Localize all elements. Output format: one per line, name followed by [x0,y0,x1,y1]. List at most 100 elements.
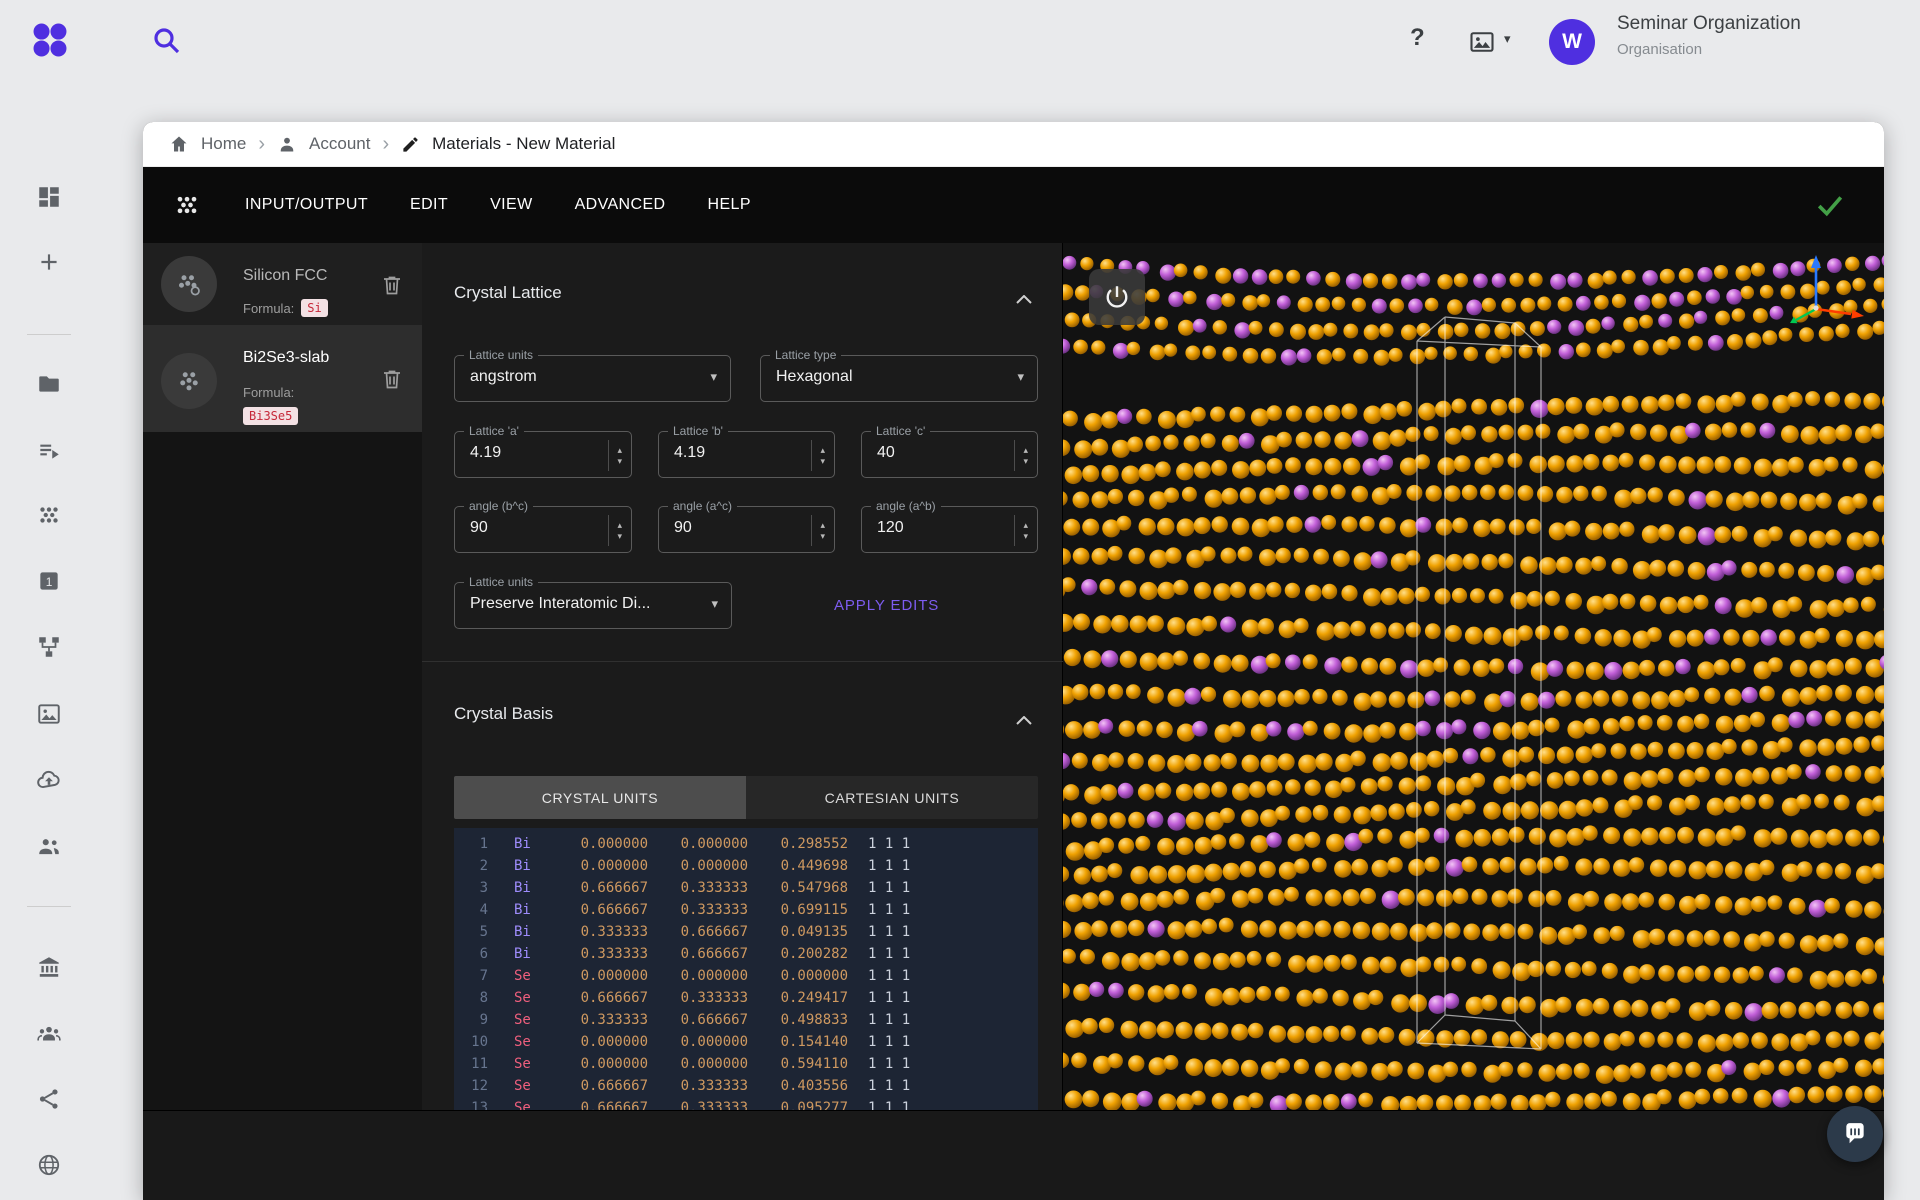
field-label: angle (a^c) [668,499,737,513]
lattice-a-input[interactable]: Lattice 'a' 4.19 ▴▾ [454,431,632,478]
field-value: 120 [877,519,904,537]
field-value: 40 [877,444,895,462]
spinner-icon[interactable]: ▴▾ [1014,440,1037,471]
menu-view[interactable]: VIEW [490,196,533,214]
people-icon[interactable] [36,833,62,859]
material-item-silicon-fcc[interactable]: Silicon FCC Formula: Si [143,243,422,325]
basis-row[interactable]: 6Bi0.3333330.6666670.2002821 1 1 [454,943,1038,965]
crystal-lattice-title: Crystal Lattice [454,283,562,303]
spinner-icon[interactable]: ▴▾ [811,515,834,546]
org-name[interactable]: Seminar Organization [1617,13,1801,35]
add-icon[interactable] [36,249,62,275]
unit-one-icon[interactable]: 1 [36,568,62,594]
designer-content: Silicon FCC Formula: Si [143,243,1884,1110]
angle-ab-input[interactable]: angle (a^b) 120 ▴▾ [861,506,1038,553]
delete-material-button[interactable] [380,273,404,297]
materials-designer-window: Home › Account › Materials - New Materia… [143,122,1884,1200]
field-label: Lattice 'c' [871,424,930,438]
dashboard-icon[interactable] [36,184,62,210]
help-icon[interactable]: ? [1410,24,1425,52]
breadcrumb-current: Materials - New Material [432,134,615,154]
material-item-bi2se3-slab[interactable]: Bi2Se3-slab Formula: Bi3Se5 [143,325,422,432]
menu-advanced[interactable]: ADVANCED [575,196,666,214]
basis-row[interactable]: 10Se0.0000000.0000000.1541401 1 1 [454,1031,1038,1053]
app-logo-icon[interactable] [30,20,70,60]
cloud-upload-icon[interactable] [36,767,62,793]
lattice-units-mode-select[interactable]: Lattice units Preserve Interatomic Di...… [454,582,732,629]
spinner-icon[interactable]: ▴▾ [608,515,631,546]
section-divider [422,661,1063,662]
field-label: Lattice 'b' [668,424,728,438]
angle-bc-input[interactable]: angle (b^c) 90 ▴▾ [454,506,632,553]
axes-gizmo[interactable] [1768,251,1872,338]
basis-row[interactable]: 4Bi0.6666670.3333330.6991151 1 1 [454,899,1038,921]
field-label: angle (b^c) [464,499,533,513]
menu-help[interactable]: HELP [708,196,751,214]
basis-row[interactable]: 3Bi0.6666670.3333330.5479681 1 1 [454,877,1038,899]
apply-edits-button[interactable]: APPLY EDITS [834,582,939,629]
tab-crystal-units[interactable]: CRYSTAL UNITS [454,776,746,819]
field-label: Lattice units [464,575,538,589]
caret-down-icon[interactable]: ▾ [1504,31,1511,47]
molecule-icon [173,191,201,219]
basis-row[interactable]: 8Se0.6666670.3333330.2494171 1 1 [454,987,1038,1009]
angle-ac-input[interactable]: angle (a^c) 90 ▴▾ [658,506,835,553]
basis-code-editor[interactable]: 1Bi0.0000000.0000000.2985521 1 12Bi0.000… [454,828,1038,1110]
field-value: angstrom [470,368,537,386]
formula-chip: Si [301,299,327,317]
home-icon[interactable] [169,134,189,154]
material-name: Silicon FCC [243,267,327,285]
basis-row[interactable]: 13Se0.6666670.3333330.0952771 1 1 [454,1097,1038,1110]
basis-row[interactable]: 1Bi0.0000000.0000000.2985521 1 1 [454,833,1038,855]
menu-edit[interactable]: EDIT [410,196,448,214]
support-chat-button[interactable] [1827,1106,1883,1162]
team-icon[interactable] [36,1021,62,1047]
images-icon[interactable] [36,701,62,727]
delete-material-button[interactable] [380,367,404,391]
jobs-list-icon[interactable] [36,437,62,463]
basis-code-lines: 1Bi0.0000000.0000000.2985521 1 12Bi0.000… [454,833,1038,1110]
lattice-units-select[interactable]: Lattice units angstrom ▾ [454,355,731,402]
organization-icon[interactable] [36,954,62,980]
lattice-b-input[interactable]: Lattice 'b' 4.19 ▴▾ [658,431,835,478]
chevron-right-icon: › [258,134,265,154]
crystal-edit-panel: Crystal Lattice Lattice units angstrom ▾… [422,243,1063,1110]
screenshot-menu-icon[interactable] [1468,28,1496,61]
sidebar-divider [27,906,71,907]
tab-cartesian-units[interactable]: CARTESIAN UNITS [746,776,1038,819]
basis-row[interactable]: 2Bi0.0000000.0000000.4496981 1 1 [454,855,1038,877]
globe-icon[interactable] [36,1152,62,1178]
viewer-power-button[interactable] [1089,269,1145,325]
lattice-type-select[interactable]: Lattice type Hexagonal ▾ [760,355,1038,402]
menu-input-output[interactable]: INPUT/OUTPUT [245,196,368,214]
basis-row[interactable]: 5Bi0.3333330.6666670.0491351 1 1 [454,921,1038,943]
spinner-icon[interactable]: ▴▾ [608,440,631,471]
person-icon[interactable] [277,134,297,154]
workflows-icon[interactable] [36,634,62,660]
user-avatar[interactable]: W [1549,19,1595,65]
spinner-icon[interactable]: ▴▾ [1014,515,1037,546]
materials-list-panel: Silicon FCC Formula: Si [143,243,422,1110]
basis-row[interactable]: 11Se0.0000000.0000000.5941101 1 1 [454,1053,1038,1075]
breadcrumb-home[interactable]: Home [201,134,246,154]
collapse-chevron-icon[interactable] [1016,712,1032,721]
share-icon[interactable] [36,1086,62,1112]
material-avatar [161,256,217,312]
atoms-canvas [1063,243,1884,1110]
field-value: 90 [674,519,692,537]
lattice-c-input[interactable]: Lattice 'c' 40 ▴▾ [861,431,1038,478]
spinner-icon[interactable]: ▴▾ [811,440,834,471]
field-label: Lattice 'a' [464,424,524,438]
breadcrumb-account[interactable]: Account [309,134,370,154]
folder-icon[interactable] [36,371,62,397]
material-avatar [161,353,217,409]
saved-check-icon[interactable] [1816,191,1844,219]
basis-row[interactable]: 7Se0.0000000.0000000.0000001 1 1 [454,965,1038,987]
basis-row[interactable]: 9Se0.3333330.6666670.4988331 1 1 [454,1009,1038,1031]
3d-structure-viewer[interactable] [1063,243,1884,1110]
materials-icon[interactable] [36,502,62,528]
collapse-chevron-icon[interactable] [1016,291,1032,300]
search-icon[interactable] [150,24,182,61]
field-value: 4.19 [674,444,705,462]
basis-row[interactable]: 12Se0.6666670.3333330.4035561 1 1 [454,1075,1038,1097]
